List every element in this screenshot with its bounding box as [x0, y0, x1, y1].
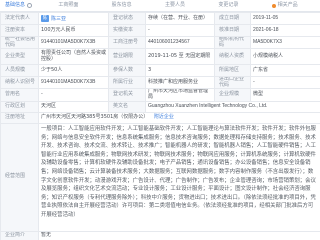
industry-label: 所属行业: [108, 76, 146, 90]
legal-rep-link[interactable]: 陈三亚: [51, 16, 66, 22]
founded-label: 成立日期: [214, 12, 251, 25]
term-label: 营业期限: [108, 48, 146, 66]
tab-label: 相关产品: [277, 2, 298, 8]
english-name-value: Guangzhou Xuanzhen Intelligent Technolog…: [145, 100, 320, 113]
table-row: 经营范围 一般项目：人工智能应用软件开发；人工智能基础软件开发；人工智能理论与算…: [0, 122, 320, 232]
registered-capital-label: 注册资本: [0, 24, 39, 37]
table-row: 行政区划 天河区 英文名 Guangzhou Xuanzhen Intellig…: [0, 100, 320, 113]
address-label: 注册地址: [0, 111, 39, 124]
registration-authority-value: 广州市天河区市场监督管理局: [145, 88, 215, 102]
help-circle-icon: [27, 3, 33, 8]
org-code-value: MA5D0K7X3: [250, 35, 320, 50]
reg-number-label: 工商注册号: [108, 35, 146, 50]
table-row: 注册地址 广州市天河区天河路385号3501房（仅限办公） 附近企业: [0, 111, 320, 124]
import-export-code-label: 进出口企业代码: [214, 76, 251, 90]
tab-key-personnel[interactable]: 主要人员: [160, 0, 213, 11]
former-name-label: 曾用名: [0, 88, 39, 102]
table-row: 注册资本 100万元人民币 实缴资本 - 核准日期 2021-06-18: [0, 24, 320, 37]
approval-date-value: 2021-06-18: [250, 24, 320, 37]
company-type-value: 有限责任公司（自然人投资或控股）: [38, 48, 109, 66]
tab-label: 股东信息: [111, 2, 132, 8]
company-scale-label: 企业规模: [214, 88, 251, 102]
business-scope-value: 一般项目：人工智能应用软件开发；人工智能基础软件开发；人工智能理论与算法软件开发…: [38, 122, 320, 232]
company-intro-value: 暂无: [38, 230, 320, 240]
section-tabs: 基础信息 工商照面 股东信息 主要人员 变更记录 相关产品: [0, 0, 320, 12]
region-label: 所属地区: [214, 64, 251, 78]
table-row: 法定代表人 陈陈三亚 登记状态 存续（在营、开业、在册） 成立日期 2019-1…: [0, 12, 320, 25]
tab-related-products[interactable]: 相关产品: [267, 0, 320, 11]
taxpayer-qualification-value: 小规模纳税人: [250, 48, 320, 66]
staff-size-value: 少于50人: [38, 64, 109, 78]
reg-number-value: 440106001234567: [145, 35, 215, 50]
tab-label: 基础信息: [5, 2, 26, 8]
tab-label: 变更记录: [218, 2, 239, 8]
tab-basic-info[interactable]: 基础信息: [0, 0, 53, 11]
table-row: 企业类型 有限责任公司（自然人投资或控股） 营业期限 2019-11-05 至 …: [0, 48, 320, 66]
approval-date-label: 核准日期: [214, 24, 251, 37]
tab-business-license[interactable]: 工商照面: [53, 0, 106, 11]
tax-id-value: 91440101MA5D0K7X3B: [38, 76, 109, 90]
tab-change-records[interactable]: 变更记录: [213, 0, 266, 11]
registered-capital-value: 100万元人民币: [38, 24, 109, 37]
registration-authority-label: 登记机关: [108, 88, 146, 102]
district-label: 行政区划: [0, 100, 39, 113]
company-type-label: 企业类型: [0, 48, 39, 66]
former-name-value: -: [38, 88, 109, 102]
staff-size-label: 人员规模: [0, 64, 39, 78]
company-scale-value: 微型: [250, 88, 320, 102]
term-value: 2019-11-05 至 无固定期限: [145, 48, 215, 66]
paid-capital-label: 实缴资本: [108, 24, 146, 37]
legal-rep-value: 陈陈三亚: [38, 12, 109, 25]
avatar: 陈: [41, 14, 49, 22]
paid-capital-value: -: [145, 24, 215, 37]
tax-id-label: 纳税人识别号: [0, 76, 39, 90]
business-scope-text: 一般项目：人工智能应用软件开发；人工智能基础软件开发；人工智能理论与算法软件开发…: [41, 126, 316, 218]
company-intro-label: 企业简介: [0, 230, 39, 240]
english-name-label: 英文名: [108, 100, 146, 113]
tab-label: 主要人员: [164, 2, 185, 8]
insured-count-label: 参保人数: [108, 64, 146, 78]
table-row: 人员规模 少于50人 参保人数 3 所属地区 广东省: [0, 64, 320, 78]
table-row: 曾用名 - 登记机关 广州市天河区市场监督管理局 企业规模 微型: [0, 88, 320, 102]
address-text: 广州市天河区天河路385号3501房（仅限办公）: [41, 113, 149, 120]
business-scope-label: 经营范围: [0, 122, 39, 232]
insured-count-value: 3: [145, 64, 215, 78]
founded-value: 2019-11-05: [250, 12, 320, 25]
tab-label: 工商照面: [58, 2, 79, 8]
legal-rep-label: 法定代表人: [0, 12, 39, 25]
import-export-code-value: -: [250, 76, 320, 90]
table-row: 企业简介 暂无: [0, 230, 320, 240]
region-value: 广东省: [250, 64, 320, 78]
business-info-table: 法定代表人 陈陈三亚 登记状态 存续（在营、开业、在册） 成立日期 2019-1…: [0, 12, 320, 240]
status-label: 登记状态: [108, 12, 146, 25]
taxpayer-qualification-label: 纳税人资质: [214, 48, 251, 66]
credit-code-label: 统一社会信用代码: [0, 35, 39, 50]
tab-shareholders[interactable]: 股东信息: [107, 0, 160, 11]
status-value: 存续（在营、开业、在册）: [145, 12, 215, 25]
address-value: 广州市天河区天河路385号3501房（仅限办公） 附近企业: [38, 111, 320, 124]
credit-code-value: 91440101MA5D0K7X3B: [38, 35, 109, 50]
industry-value: 科技推广和应用服务业: [145, 76, 215, 90]
fire-icon: [271, 3, 276, 8]
district-value: 天河区: [38, 100, 109, 113]
nearby-companies-link[interactable]: 附近企业: [154, 114, 174, 120]
table-row: 纳税人识别号 91440101MA5D0K7X3B 所属行业 科技推广和应用服务…: [0, 76, 320, 90]
table-row: 统一社会信用代码 91440101MA5D0K7X3B 工商注册号 440106…: [0, 35, 320, 50]
org-code-label: 组织机构代码: [214, 35, 251, 50]
